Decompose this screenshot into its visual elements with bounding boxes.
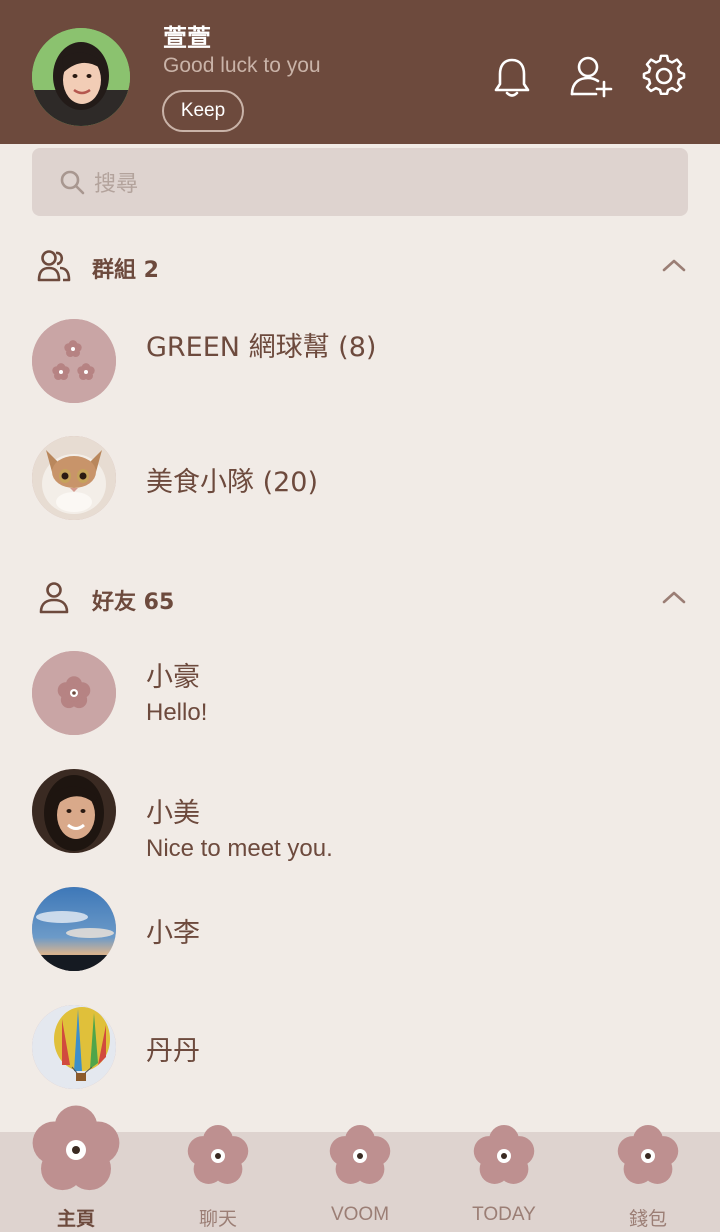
profile-avatar[interactable] xyxy=(32,28,130,126)
add-friend-icon[interactable] xyxy=(568,54,613,98)
friend-status: Nice to meet you. xyxy=(146,835,333,862)
friend-item-xiaohao[interactable]: 小豪 Hello! xyxy=(0,651,720,761)
nav-today[interactable]: TODAY xyxy=(432,1124,576,1232)
nav-wallet[interactable]: 錢包 xyxy=(576,1124,720,1232)
keep-button[interactable]: Keep xyxy=(162,90,244,132)
friend-name: 小豪 xyxy=(146,662,200,693)
flower-today-icon xyxy=(473,1124,535,1184)
bell-icon[interactable] xyxy=(490,54,534,98)
profile-header: 萱萱 Good luck to you Keep xyxy=(0,0,720,144)
gear-icon[interactable] xyxy=(642,54,686,98)
friend-item-xiaomei[interactable]: 小美 Nice to meet you. xyxy=(0,769,720,879)
group-icon xyxy=(37,250,71,282)
groups-title: 群組 2 xyxy=(92,258,159,283)
flower-voom-icon xyxy=(329,1124,391,1184)
bottom-nav: 主頁 聊天 VOOM TODAY 錢包 xyxy=(0,1105,720,1232)
friend-status: Hello! xyxy=(146,699,208,726)
group-avatar xyxy=(32,319,116,403)
nav-label: VOOM xyxy=(330,1204,390,1225)
friends-section-header[interactable]: 好友 65 xyxy=(0,566,720,630)
friend-name: 小李 xyxy=(146,918,200,949)
search-placeholder: 搜尋 xyxy=(94,172,139,197)
group-item-food-team[interactable]: 美食小隊 (20) xyxy=(0,436,720,546)
profile-status[interactable]: Good luck to you xyxy=(163,54,321,78)
nav-label: 聊天 xyxy=(198,1209,237,1230)
nav-home[interactable]: 主頁 xyxy=(4,1105,148,1232)
friend-avatar xyxy=(32,1005,116,1089)
group-avatar xyxy=(32,436,116,520)
nav-voom[interactable]: VOOM xyxy=(288,1124,432,1232)
search-input[interactable]: 搜尋 xyxy=(32,148,688,216)
friend-item-xiaoli[interactable]: 小李 xyxy=(0,887,720,997)
friend-avatar xyxy=(32,769,116,853)
chevron-up-icon[interactable] xyxy=(660,586,688,610)
nav-label: 主頁 xyxy=(56,1209,95,1230)
group-name: GREEN 網球幫 (8) xyxy=(146,332,377,363)
friend-name: 小美 xyxy=(146,798,200,829)
friend-item-dandan[interactable]: 丹丹 xyxy=(0,1005,720,1115)
friend-avatar xyxy=(32,887,116,971)
flower-home-icon xyxy=(32,1105,120,1191)
search-icon xyxy=(60,170,85,195)
group-item-green-tennis[interactable]: GREEN 網球幫 (8) xyxy=(0,319,720,429)
nav-label: 錢包 xyxy=(628,1209,667,1230)
friend-icon xyxy=(39,582,69,614)
friends-title: 好友 65 xyxy=(92,590,175,615)
nav-chat[interactable]: 聊天 xyxy=(146,1124,290,1232)
flower-chat-icon xyxy=(187,1124,249,1184)
profile-name: 萱萱 xyxy=(163,24,211,52)
friend-name: 丹丹 xyxy=(146,1036,200,1067)
friend-avatar xyxy=(32,651,116,735)
groups-section-header[interactable]: 群組 2 xyxy=(0,234,720,298)
group-name: 美食小隊 (20) xyxy=(146,467,319,498)
nav-label: TODAY xyxy=(472,1204,536,1225)
flower-wallet-icon xyxy=(617,1124,679,1184)
chevron-up-icon[interactable] xyxy=(660,254,688,278)
